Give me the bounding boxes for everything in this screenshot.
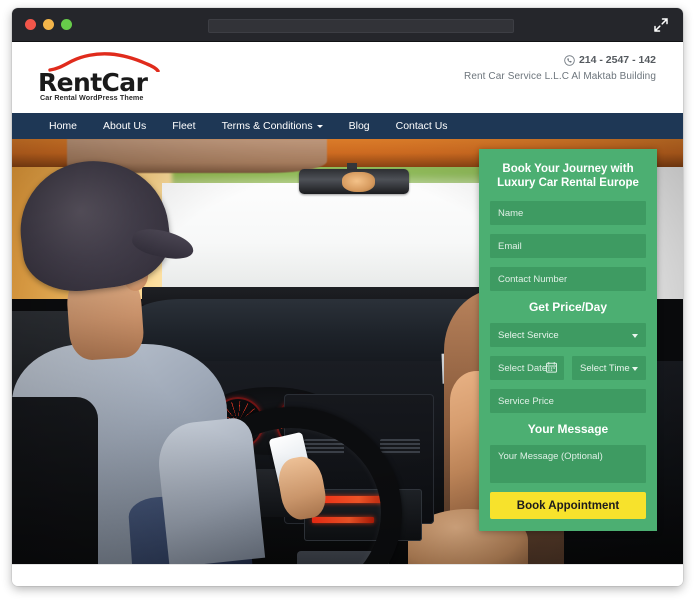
nav-label: Contact Us — [395, 120, 448, 132]
nav-label: Home — [49, 120, 78, 132]
window-traffic-lights — [25, 19, 72, 30]
expand-arrows-icon[interactable] — [653, 17, 669, 33]
contact-number-input[interactable] — [490, 267, 646, 291]
service-price-input[interactable] — [490, 389, 646, 413]
maximize-window-button[interactable] — [61, 19, 72, 30]
nav-item-home[interactable]: Home — [36, 113, 90, 139]
nav-label: Terms & Conditions — [221, 120, 313, 132]
booking-form-title: Book Your Journey with Luxury Car Rental… — [497, 163, 639, 189]
select-date-wrapper — [490, 356, 564, 380]
nav-item-contact-us[interactable]: Contact Us — [383, 113, 461, 139]
select-service-wrapper — [490, 323, 646, 347]
email-input[interactable] — [490, 234, 646, 258]
nav-label: About Us — [103, 120, 147, 132]
site-header: RentCar Car Rental WordPress Theme 214 -… — [12, 42, 683, 113]
get-price-per-day-heading: Get Price/Day — [528, 300, 608, 314]
nav-label: Blog — [348, 120, 370, 132]
hero-section: Book Your Journey with Luxury Car Rental… — [12, 139, 683, 564]
select-time-dropdown[interactable] — [572, 356, 646, 380]
name-input[interactable] — [490, 201, 646, 225]
main-navigation: Home About Us Fleet Terms & Conditions B… — [12, 113, 683, 139]
select-service-dropdown[interactable] — [490, 323, 646, 347]
site-logo[interactable]: RentCar Car Rental WordPress Theme — [38, 52, 168, 104]
nav-item-fleet[interactable]: Fleet — [159, 113, 208, 139]
page-bottom-strip — [12, 564, 683, 586]
select-date-input[interactable] — [490, 356, 564, 380]
your-message-heading: Your Message — [527, 422, 609, 436]
chevron-down-icon — [316, 125, 323, 128]
select-time-wrapper — [572, 356, 646, 380]
phone-icon — [564, 54, 575, 66]
logo-tagline: Car Rental WordPress Theme — [40, 93, 144, 102]
address-bar[interactable] — [208, 19, 514, 33]
date-time-row — [490, 356, 646, 380]
screenshot-root: RentCar Car Rental WordPress Theme 214 -… — [0, 0, 695, 602]
nav-item-blog[interactable]: Blog — [336, 113, 383, 139]
nav-item-about-us[interactable]: About Us — [90, 113, 159, 139]
nav-item-terms-and-conditions[interactable]: Terms & Conditions — [209, 113, 336, 139]
booking-form-panel: Book Your Journey with Luxury Car Rental… — [479, 149, 657, 531]
message-textarea[interactable] — [490, 445, 646, 483]
close-window-button[interactable] — [25, 19, 36, 30]
header-phone-number: 214 - 2547 - 142 — [578, 54, 656, 66]
minimize-window-button[interactable] — [43, 19, 54, 30]
nav-label: Fleet — [172, 120, 196, 132]
browser-window: RentCar Car Rental WordPress Theme 214 -… — [12, 8, 683, 586]
header-address: Rent Car Service L.L.C Al Maktab Buildin… — [464, 71, 656, 82]
book-appointment-button[interactable]: Book Appointment — [490, 492, 646, 519]
browser-titlebar — [12, 8, 683, 42]
header-phone[interactable]: 214 - 2547 - 142 — [464, 54, 656, 66]
header-contact-block: 214 - 2547 - 142 Rent Car Service L.L.C … — [464, 54, 656, 82]
